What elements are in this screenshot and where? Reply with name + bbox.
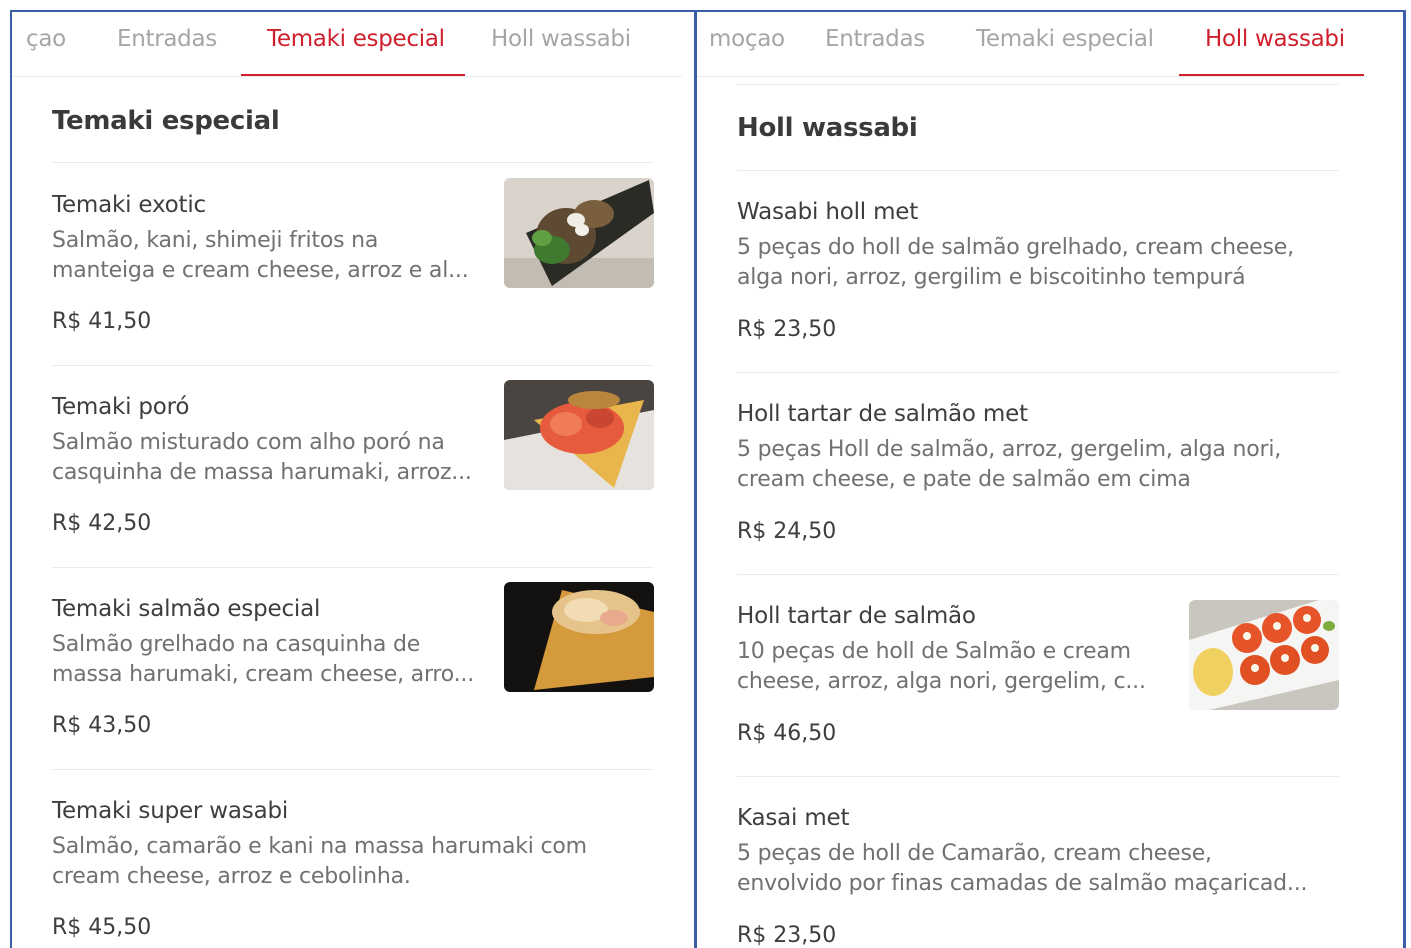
menu-item-kasai-met[interactable]: Kasai met 5 peças de holl de Camarão, cr… xyxy=(737,805,1339,948)
item-description: 5 peças de holl de Camarão, cream cheese… xyxy=(737,841,1308,896)
item-price: R$ 24,50 xyxy=(737,519,837,544)
menu-item-wasabi-holl-met[interactable]: Wasabi holl met 5 peças do holl de salmã… xyxy=(737,199,1339,379)
item-price: R$ 42,50 xyxy=(52,511,152,536)
tabs-divider xyxy=(12,76,682,77)
divider xyxy=(737,776,1339,777)
item-price: R$ 45,50 xyxy=(52,915,152,940)
menu-item-holl-tartar-de-salmao[interactable]: Holl tartar de salmão 10 peças de holl d… xyxy=(737,600,1339,783)
menu-panel-left: çao Entradas Temaki especial Holl wassab… xyxy=(12,14,694,948)
menu-item-temaki-exotic[interactable]: Temaki exotic Salmão, kani, shimeji frit… xyxy=(52,178,654,372)
item-description: 5 peças Holl de salmão, arroz, gergelim,… xyxy=(737,437,1282,492)
item-name: Holl tartar de salmão xyxy=(737,603,976,629)
item-name: Temaki salmão especial xyxy=(52,596,321,622)
item-name: Holl tartar de salmão met xyxy=(737,401,1028,427)
divider xyxy=(52,567,654,568)
tab-entradas[interactable]: Entradas xyxy=(117,26,217,52)
category-tabs: moçao Entradas Temaki especial Holl wass… xyxy=(697,14,1403,77)
category-tabs: çao Entradas Temaki especial Holl wassab… xyxy=(12,14,694,77)
holl-tartar-photo xyxy=(1189,600,1339,710)
tab-temaki-especial[interactable]: Temaki especial xyxy=(976,26,1154,52)
item-price: R$ 23,50 xyxy=(737,317,837,342)
tab-entradas[interactable]: Entradas xyxy=(825,26,925,52)
menu-panel-right: moçao Entradas Temaki especial Holl wass… xyxy=(697,14,1403,948)
item-description: 5 peças do holl de salmão grelhado, crea… xyxy=(737,235,1294,290)
divider xyxy=(737,84,1339,85)
divider xyxy=(52,162,654,163)
item-description: Salmão grelhado na casquinha de massa har… xyxy=(52,632,475,687)
section-title: Temaki especial xyxy=(52,106,280,136)
item-price: R$ 43,50 xyxy=(52,713,152,738)
menu-item-temaki-super-wasabi[interactable]: Temaki super wasabi Salmão, camarão e ka… xyxy=(52,798,654,948)
menu-item-temaki-salmao-especial[interactable]: Temaki salmão especial Salmão grelhado n… xyxy=(52,582,654,776)
tab-almoco[interactable]: çao xyxy=(26,26,66,52)
temaki-exotic-photo xyxy=(504,178,654,288)
item-price: R$ 41,50 xyxy=(52,309,152,334)
divider xyxy=(737,170,1339,171)
divider xyxy=(737,372,1339,373)
temaki-poro-photo xyxy=(504,380,654,490)
frame-border-top xyxy=(10,10,1406,12)
item-name: Wasabi holl met xyxy=(737,199,919,225)
item-description: Salmão, kani, shimeji fritos na manteiga … xyxy=(52,228,469,283)
section-title: Holl wassabi xyxy=(737,113,918,143)
tab-holl-wassabi[interactable]: Holl wassabi xyxy=(491,26,631,52)
item-description: 10 peças de holl de Salmão e cream cheese… xyxy=(737,639,1146,694)
item-name: Kasai met xyxy=(737,805,850,831)
item-name: Temaki exotic xyxy=(52,192,206,218)
item-price: R$ 46,50 xyxy=(737,721,837,746)
tab-holl-wassabi[interactable]: Holl wassabi xyxy=(1205,26,1345,52)
menu-item-holl-tartar-de-salmao-met[interactable]: Holl tartar de salmão met 5 peças Holl d… xyxy=(737,401,1339,581)
divider xyxy=(52,769,654,770)
item-description: Salmão misturado com alho poró na casquin… xyxy=(52,430,472,485)
tab-temaki-especial[interactable]: Temaki especial xyxy=(267,26,445,52)
tabs-divider xyxy=(697,76,1367,77)
temaki-salmao-especial-photo xyxy=(504,582,654,692)
frame-border-right xyxy=(1403,10,1406,948)
item-name: Temaki super wasabi xyxy=(52,798,289,824)
item-price: R$ 23,50 xyxy=(737,923,837,948)
tab-almoco[interactable]: moçao xyxy=(709,26,785,52)
divider xyxy=(737,574,1339,575)
item-description: Salmão, camarão e kani na massa harumaki… xyxy=(52,834,587,889)
item-name: Temaki poró xyxy=(52,394,190,420)
menu-item-temaki-poro[interactable]: Temaki poró Salmão misturado com alho po… xyxy=(52,380,654,574)
divider xyxy=(52,365,654,366)
